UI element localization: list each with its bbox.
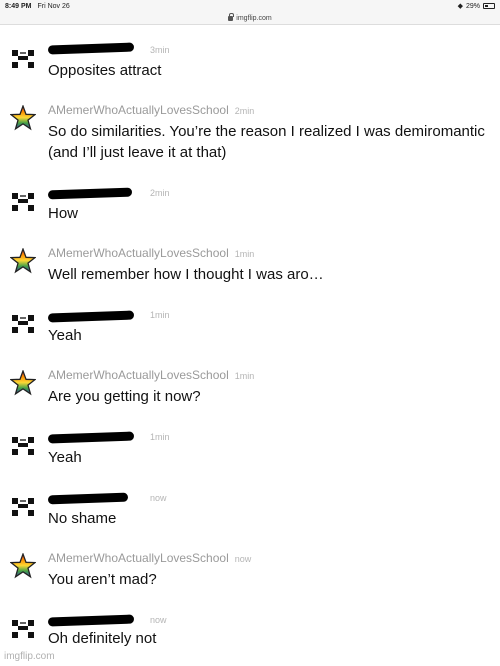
message-time: 1min — [150, 432, 170, 442]
redacted-username — [47, 42, 135, 55]
pixel-face-icon — [12, 498, 34, 516]
message-text: Oh definitely not — [48, 630, 157, 647]
pixel-face-icon — [12, 50, 34, 68]
rainbow-star-icon — [10, 105, 36, 131]
message-time: now — [234, 554, 252, 564]
message-time: 1min — [234, 371, 255, 381]
redacted-username — [47, 431, 135, 444]
pixel-face-icon — [12, 315, 34, 333]
pixel-face-icon — [12, 437, 34, 455]
url-bar[interactable]: imgflip.com — [0, 12, 500, 25]
message-text: Well remember how I thought I was aro… — [48, 266, 324, 283]
message-time: 1min — [234, 249, 255, 259]
status-date: Fri Nov 26 — [37, 2, 70, 10]
message-author: AMemerWhoActuallyLovesSchool — [48, 368, 229, 382]
pixel-face-icon — [12, 620, 34, 638]
message-text: You aren’t mad? — [48, 571, 157, 588]
message-text: Opposites attract — [48, 62, 162, 79]
message-text: No shame — [48, 510, 117, 527]
redacted-username — [47, 492, 129, 505]
message-time: 2min — [234, 106, 255, 116]
message-text: Yeah — [48, 449, 82, 466]
message-meta: AMemerWhoActuallyLovesSchool 1min — [48, 246, 254, 260]
message-text: How — [48, 205, 79, 222]
redacted-username — [47, 310, 135, 323]
message-meta: AMemerWhoActuallyLovesSchool now — [48, 551, 251, 565]
message-meta: 1min — [144, 429, 170, 443]
wifi-icon: ◆ — [457, 3, 463, 10]
message-time: 2min — [150, 188, 170, 198]
message-time: now — [150, 615, 167, 625]
message-meta: 1min — [144, 307, 170, 321]
message-meta: AMemerWhoActuallyLovesSchool 1min — [48, 368, 254, 382]
rainbow-star-icon — [10, 553, 36, 579]
battery-percent: 29% — [465, 2, 480, 10]
redacted-username — [47, 187, 133, 200]
lock-icon — [228, 12, 235, 21]
message-text: Are you getting it now? — [48, 388, 201, 405]
status-time: 8:49 PM — [5, 2, 32, 10]
message-meta: now — [144, 612, 167, 626]
message-text-line2: (and I’ll just leave it at that) — [48, 144, 227, 161]
message-text: Yeah — [48, 327, 82, 344]
message-time: 1min — [150, 310, 170, 320]
status-bar: 8:49 PM Fri Nov 26 ◆ 29% — [0, 0, 500, 12]
pixel-face-icon — [12, 193, 34, 211]
message-meta: AMemerWhoActuallyLovesSchool 2min — [48, 103, 254, 117]
message-author: AMemerWhoActuallyLovesSchool — [48, 551, 229, 565]
message-author: AMemerWhoActuallyLovesSchool — [48, 103, 229, 117]
battery-icon — [483, 3, 495, 9]
watermark: imgflip.com — [4, 651, 55, 662]
message-meta: 3min — [144, 42, 170, 56]
message-meta: now — [144, 490, 167, 504]
rainbow-star-icon — [10, 370, 36, 396]
url-domain: imgflip.com — [236, 14, 272, 22]
message-time: now — [150, 493, 167, 503]
status-right: ◆ 29% — [458, 2, 495, 10]
rainbow-star-icon — [10, 248, 36, 274]
message-time: 3min — [150, 45, 170, 55]
redacted-username — [47, 614, 135, 627]
message-meta: 2min — [144, 185, 170, 199]
message-author: AMemerWhoActuallyLovesSchool — [48, 246, 229, 260]
message-text: So do similarities. You’re the reason I … — [48, 123, 485, 140]
